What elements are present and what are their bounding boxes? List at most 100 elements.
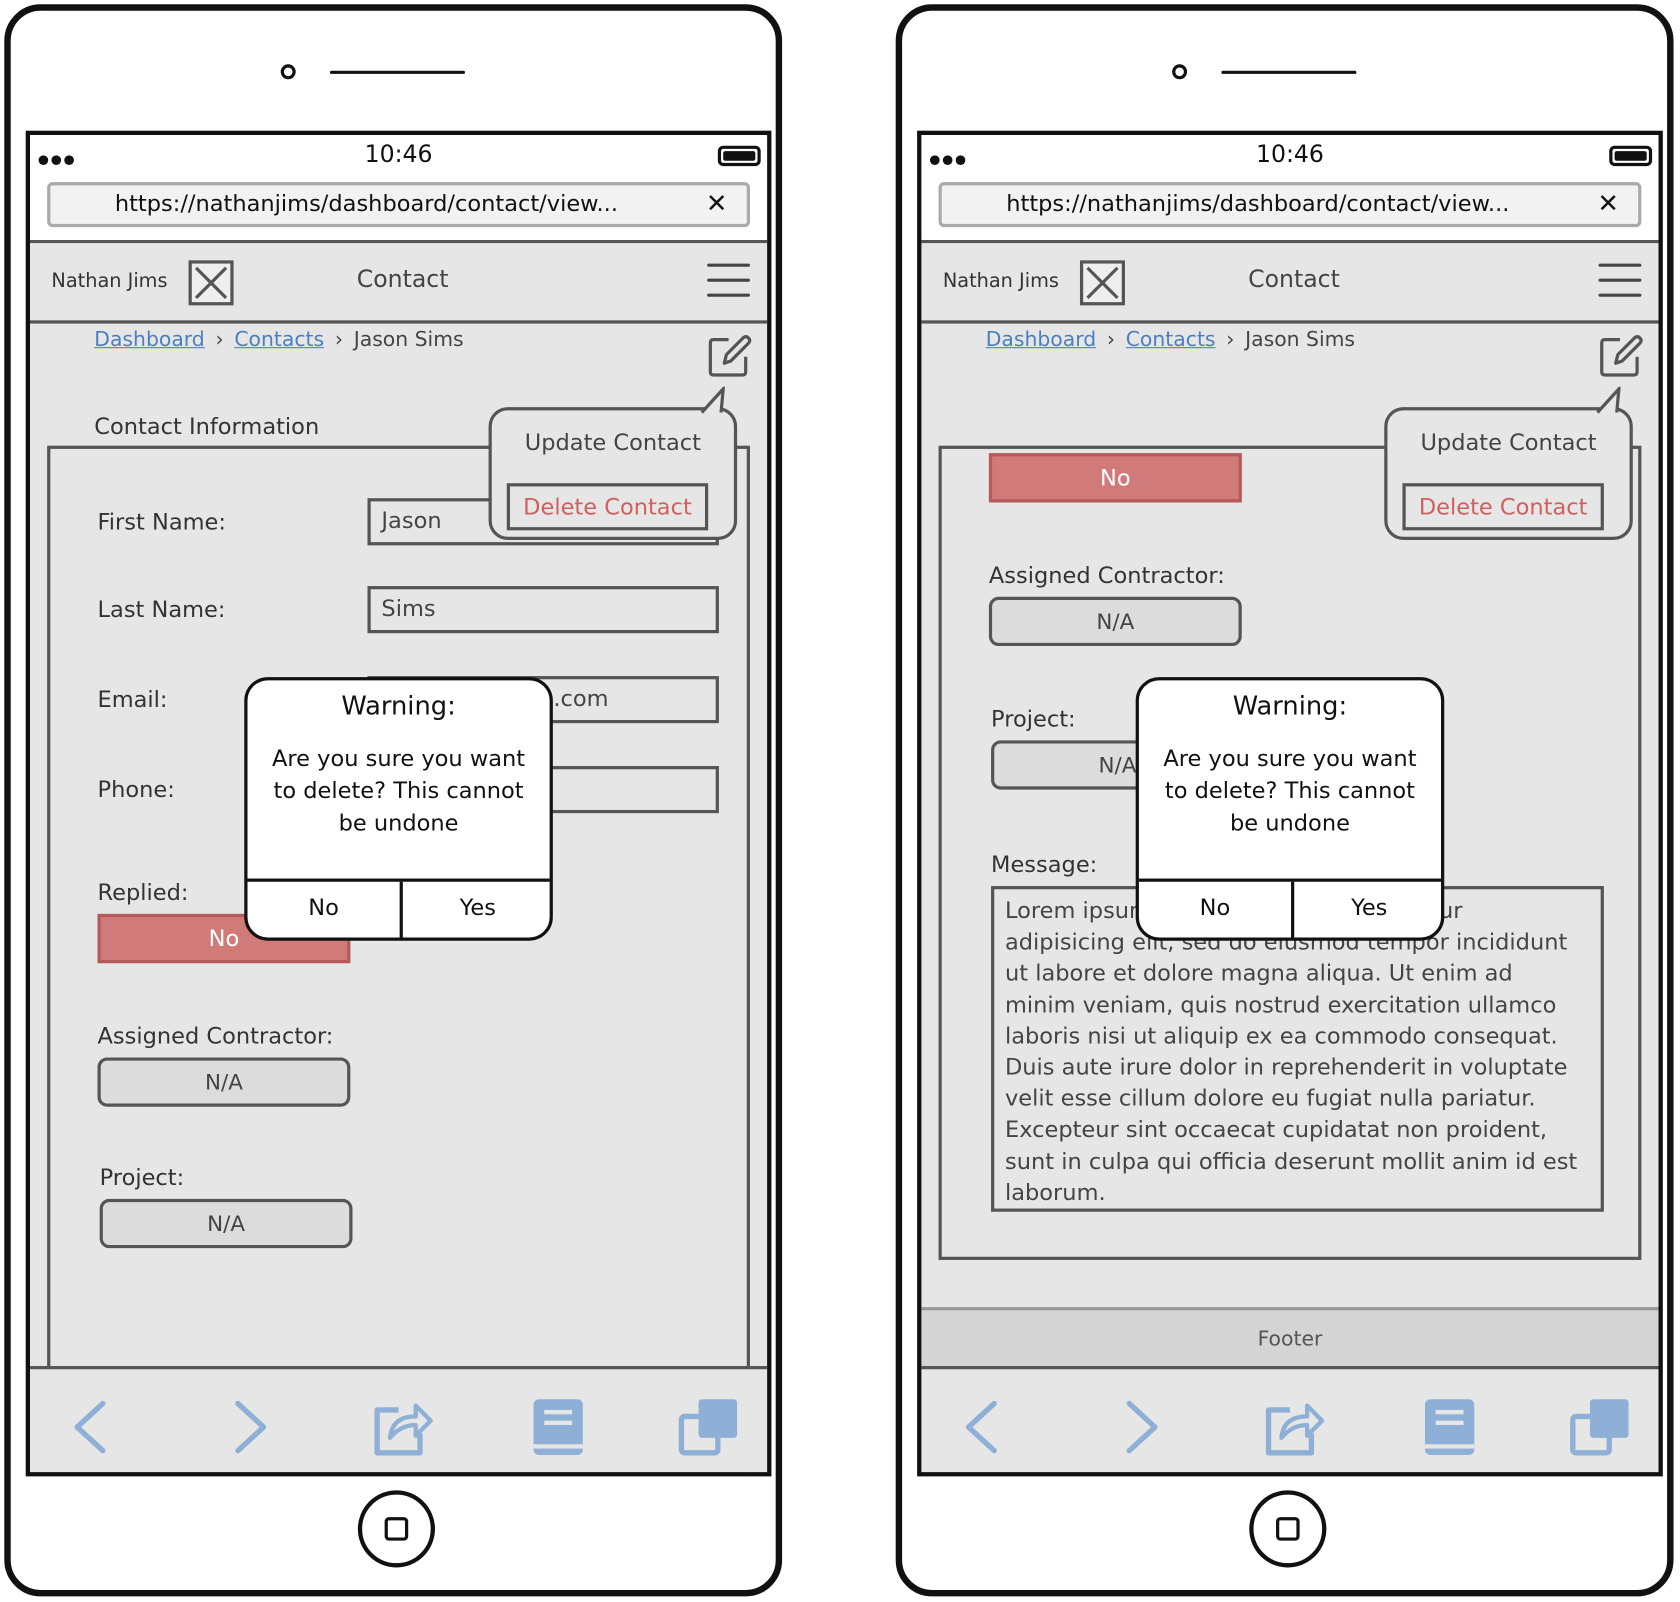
camera: [280, 64, 296, 80]
first-name-label: First Name:: [97, 508, 226, 535]
edit-icon[interactable]: [705, 331, 754, 380]
project-label: Project:: [991, 706, 1076, 732]
breadcrumb-contacts[interactable]: Contacts: [234, 328, 324, 352]
replied-toggle[interactable]: No: [988, 453, 1242, 503]
home-button[interactable]: [357, 1490, 435, 1568]
url-text[interactable]: https://nathanjims/dashboard/contact/vie…: [942, 191, 1574, 217]
close-icon[interactable]: ✕: [706, 189, 728, 219]
chevron-right-icon: ›: [334, 327, 343, 352]
status-time: 10:46: [1255, 141, 1324, 169]
dialog-buttons: No Yes: [1138, 878, 1442, 938]
dialog-no-button[interactable]: No: [1139, 882, 1291, 938]
message-line: laboris nisi ut aliquip ex ea commodo co…: [1004, 1022, 1558, 1049]
share-icon[interactable]: [1260, 1395, 1325, 1459]
delete-warning-dialog: Warning: Are you sure you want to delete…: [1135, 677, 1445, 941]
hamburger-menu-icon[interactable]: [707, 263, 750, 298]
bookmarks-icon[interactable]: [525, 1395, 589, 1459]
email-label: Email:: [97, 686, 168, 713]
logo-placeholder-icon[interactable]: [1079, 260, 1125, 306]
url-bar[interactable]: https://nathanjims/dashboard/contact/vie…: [47, 182, 750, 228]
delete-warning-dialog: Warning: Are you sure you want to delete…: [244, 677, 553, 941]
dialog-title: Warning:: [341, 691, 456, 722]
dialog-yes-button[interactable]: Yes: [403, 882, 550, 938]
assigned-contractor-label: Assigned Contractor:: [97, 1023, 334, 1049]
update-contact-option[interactable]: Update Contact: [1387, 430, 1629, 456]
dialog-buttons: No Yes: [247, 878, 550, 938]
app-header: Nathan Jims Contact: [921, 243, 1659, 324]
message-label: Message:: [991, 851, 1098, 878]
breadcrumb: Dashboard › Contacts › Jason Sims: [94, 328, 463, 352]
assigned-contractor-label: Assigned Contractor:: [988, 562, 1225, 589]
breadcrumb: Dashboard › Contacts › Jason Sims: [986, 328, 1355, 352]
home-button[interactable]: [1249, 1490, 1327, 1568]
message-line: minim veniam, quis nostrud exercitation …: [1004, 991, 1557, 1018]
dialog-message: Are you sure you want to delete? This ca…: [1163, 745, 1417, 836]
back-icon[interactable]: [58, 1395, 122, 1459]
status-time: 10:46: [364, 141, 433, 169]
delete-contact-button[interactable]: Delete Contact: [506, 483, 709, 531]
project-select[interactable]: N/A: [99, 1198, 353, 1249]
message-line: Duis aute irure dolor in reprehenderit i…: [1004, 1054, 1568, 1080]
dialog-no-button[interactable]: No: [247, 882, 399, 938]
breadcrumb-dashboard[interactable]: Dashboard: [94, 328, 204, 352]
chevron-right-icon: ›: [215, 327, 224, 352]
forward-icon[interactable]: [219, 1395, 283, 1459]
bookmarks-icon[interactable]: [1416, 1395, 1480, 1459]
browser-toolbar: [921, 1366, 1659, 1473]
camera: [1172, 64, 1188, 80]
close-icon[interactable]: ✕: [1597, 189, 1619, 219]
screen: 10:46 https://nathanjims/dashboard/conta…: [917, 130, 1663, 1477]
hamburger-menu-icon[interactable]: [1598, 263, 1642, 298]
breadcrumb-dashboard[interactable]: Dashboard: [986, 328, 1096, 352]
breadcrumb-contacts[interactable]: Contacts: [1126, 328, 1216, 352]
message-line: ut labore et dolore magna aliqua. Ut eni…: [1004, 960, 1513, 987]
section-contact-information: Contact Information: [94, 413, 320, 440]
dialog-title: Warning:: [1232, 691, 1348, 722]
status-bar: 10:46 https://nathanjims/dashboard/conta…: [29, 134, 768, 244]
brand-name[interactable]: Nathan Jims: [51, 270, 167, 292]
speaker: [329, 70, 465, 74]
edit-icon[interactable]: [1596, 331, 1645, 380]
dialog-yes-button[interactable]: Yes: [1294, 882, 1441, 938]
message-line: Excepteur sint occaecat cupidatat non pr…: [1004, 1116, 1548, 1143]
speaker: [1221, 70, 1357, 74]
assigned-contractor-select[interactable]: N/A: [988, 596, 1242, 647]
phone-left: 10:46 https://nathanjims/dashboard/conta…: [4, 4, 783, 1597]
url-bar[interactable]: https://nathanjims/dashboard/contact/vie…: [938, 182, 1642, 228]
share-icon[interactable]: [369, 1395, 433, 1459]
page-footer: Footer: [921, 1307, 1659, 1373]
forward-icon[interactable]: [1110, 1395, 1174, 1459]
logo-placeholder-icon[interactable]: [188, 260, 234, 306]
message-line: laborum.: [1004, 1179, 1106, 1206]
chevron-right-icon: ›: [1106, 327, 1116, 352]
battery-icon: [717, 145, 761, 167]
browser-toolbar: [29, 1366, 768, 1473]
page-title: Contact: [356, 266, 449, 294]
contact-actions-popover: Update Contact Delete Contact: [488, 386, 738, 540]
contact-actions-popover: Update Contact Delete Contact: [1384, 386, 1633, 540]
delete-contact-button[interactable]: Delete Contact: [1402, 483, 1604, 531]
screen: 10:46 https://nathanjims/dashboard/conta…: [25, 130, 772, 1477]
phone-right: 10:46 https://nathanjims/dashboard/conta…: [895, 4, 1674, 1597]
tabs-icon[interactable]: [1569, 1395, 1633, 1459]
status-bar: 10:46 https://nathanjims/dashboard/conta…: [921, 134, 1659, 244]
assigned-contractor-select[interactable]: N/A: [97, 1057, 351, 1107]
brand-name[interactable]: Nathan Jims: [943, 270, 1059, 292]
phone-label: Phone:: [97, 776, 175, 803]
update-contact-option[interactable]: Update Contact: [492, 430, 734, 456]
breadcrumb-current: Jason Sims: [353, 327, 464, 352]
last-name-field[interactable]: Sims: [367, 586, 719, 634]
battery-icon: [1609, 145, 1653, 167]
tabs-icon[interactable]: [677, 1395, 741, 1459]
wireframe-stage: 10:46 https://nathanjims/dashboard/conta…: [0, 0, 1680, 1602]
replied-label: Replied:: [97, 879, 189, 906]
last-name-label: Last Name:: [97, 596, 226, 623]
message-line: sunt in culpa qui officia deserunt molli…: [1004, 1148, 1578, 1174]
message-line: velit esse cillum dolore eu fugiat nulla…: [1004, 1085, 1536, 1112]
chevron-right-icon: ›: [1226, 327, 1235, 352]
breadcrumb-current: Jason Sims: [1245, 327, 1356, 352]
page-title: Contact: [1248, 266, 1340, 294]
back-icon[interactable]: [949, 1395, 1013, 1459]
app-header: Nathan Jims Contact: [29, 243, 768, 324]
url-text[interactable]: https://nathanjims/dashboard/contact/vie…: [50, 191, 682, 217]
